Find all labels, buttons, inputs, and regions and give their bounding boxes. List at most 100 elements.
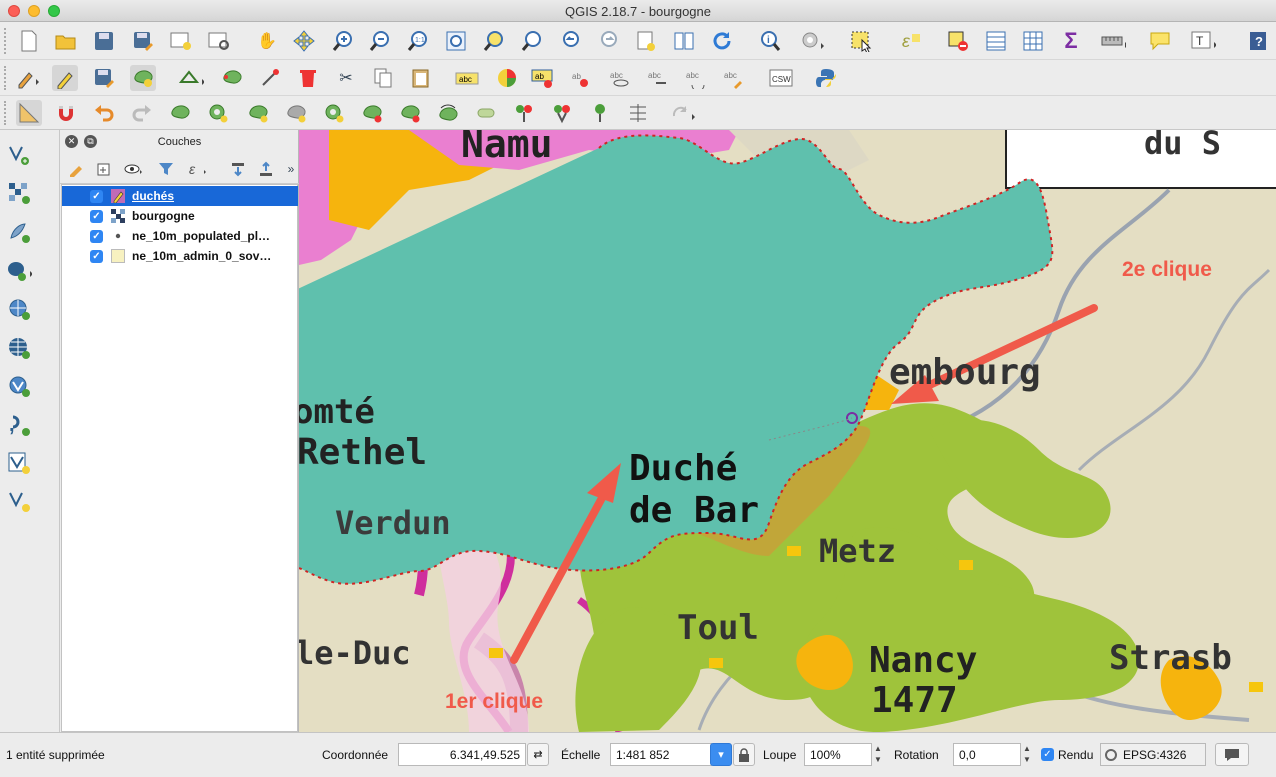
- redo-icon[interactable]: [129, 100, 155, 126]
- help-icon[interactable]: ?: [1245, 28, 1271, 54]
- layer-visibility-checkbox[interactable]: ✓: [90, 229, 103, 243]
- new-print-composer-icon[interactable]: [168, 28, 194, 54]
- layer-labeling-icon[interactable]: abc: [454, 65, 480, 91]
- pin-labels-icon[interactable]: ab: [530, 65, 556, 91]
- add-feature-icon[interactable]: [130, 65, 156, 91]
- merge-selected-icon[interactable]: [549, 100, 575, 126]
- delete-ring-icon[interactable]: [321, 100, 347, 126]
- zoom-next-icon[interactable]: [595, 28, 621, 54]
- add-ring-icon[interactable]: [205, 100, 231, 126]
- manage-map-themes-icon[interactable]: [124, 160, 144, 178]
- new-project-icon[interactable]: [16, 28, 42, 54]
- more-tools-icon[interactable]: »: [281, 160, 301, 178]
- change-label-icon[interactable]: abc: [722, 65, 748, 91]
- new-shapefile-layer-icon[interactable]: [6, 450, 32, 476]
- rotate-label-icon[interactable]: abc: [684, 65, 710, 91]
- offset-curve-icon[interactable]: [435, 100, 461, 126]
- log-messages-icon[interactable]: [1215, 743, 1249, 766]
- offset-point-symbols-icon[interactable]: [670, 100, 696, 126]
- layer-row-populated-places[interactable]: ✓ ne_10m_populated_pl…: [62, 226, 298, 246]
- pan-to-selection-icon[interactable]: [291, 28, 317, 54]
- add-postgis-layer-icon[interactable]: [6, 258, 32, 284]
- zoom-last-icon[interactable]: [557, 28, 583, 54]
- add-group-icon[interactable]: [94, 160, 114, 178]
- show-hide-labels-icon[interactable]: abc: [608, 65, 634, 91]
- statistical-summary-icon[interactable]: Σ: [1058, 28, 1084, 54]
- text-annotation-icon[interactable]: T: [1190, 28, 1216, 54]
- fill-ring-icon[interactable]: [283, 100, 309, 126]
- zoom-full-icon[interactable]: [443, 28, 469, 54]
- reshape-features-icon[interactable]: [397, 100, 423, 126]
- new-spatialite-layer-icon[interactable]: [6, 488, 32, 514]
- copy-features-icon[interactable]: [370, 65, 396, 91]
- select-by-expression-icon[interactable]: ε: [900, 28, 926, 54]
- highlight-pinned-labels-icon[interactable]: ab: [570, 65, 596, 91]
- pan-map-icon[interactable]: ✋: [254, 28, 280, 54]
- move-feature-icon[interactable]: [178, 65, 204, 91]
- identify-features-icon[interactable]: i: [757, 28, 783, 54]
- add-wms-layer-icon[interactable]: [6, 296, 32, 322]
- measure-line-icon[interactable]: [1100, 28, 1126, 54]
- delete-part-icon[interactable]: [359, 100, 385, 126]
- render-checkbox[interactable]: ✓: [1041, 748, 1054, 761]
- map-tips-icon[interactable]: [1147, 28, 1173, 54]
- rotate-point-symbols-icon[interactable]: [625, 100, 651, 126]
- zoom-to-layer-icon[interactable]: [519, 28, 545, 54]
- save-layer-edits-icon[interactable]: [91, 65, 117, 91]
- move-label-icon[interactable]: abc: [646, 65, 672, 91]
- attribute-table-icon[interactable]: [983, 28, 1009, 54]
- layer-row-duches[interactable]: ✓ duchés: [62, 186, 298, 206]
- toggle-editing-icon[interactable]: [52, 65, 78, 91]
- filter-by-expression-icon[interactable]: ε: [188, 160, 208, 178]
- layer-visibility-checkbox[interactable]: ✓: [90, 249, 103, 263]
- vertex-tool-icon[interactable]: [258, 65, 284, 91]
- cut-features-icon[interactable]: ✂: [333, 65, 359, 91]
- coordinate-toggle-icon[interactable]: ⇄: [527, 743, 549, 766]
- add-delimited-text-layer-icon[interactable]: ,: [6, 412, 32, 438]
- current-edits-icon[interactable]: [16, 65, 42, 91]
- add-vector-layer-icon[interactable]: [6, 142, 32, 168]
- field-calculator-icon[interactable]: [1020, 28, 1046, 54]
- csw-icon[interactable]: CSW: [768, 65, 794, 91]
- refresh-icon[interactable]: [709, 28, 735, 54]
- coordinate-field[interactable]: 6.341,49.525: [398, 743, 526, 766]
- deselect-features-icon[interactable]: [945, 28, 971, 54]
- layer-row-admin-sovereignty[interactable]: ✓ ne_10m_admin_0_sov…: [62, 246, 298, 266]
- new-bookmark-icon[interactable]: [633, 28, 659, 54]
- advanced-digitizing-icon[interactable]: [16, 100, 42, 126]
- rotation-field[interactable]: 0,0: [953, 743, 1021, 766]
- split-features-icon[interactable]: [473, 100, 499, 126]
- scale-lock-icon[interactable]: [733, 743, 755, 766]
- layer-visibility-checkbox[interactable]: ✓: [90, 189, 103, 203]
- open-project-icon[interactable]: [53, 28, 79, 54]
- rotation-spinner[interactable]: ▲ ▼: [1021, 743, 1033, 766]
- save-project-icon[interactable]: [91, 28, 117, 54]
- paste-features-icon[interactable]: [408, 65, 434, 91]
- scale-dropdown-chevron-icon[interactable]: ▾: [710, 743, 732, 766]
- zoom-in-icon[interactable]: [330, 28, 356, 54]
- add-wfs-layer-icon[interactable]: [6, 373, 32, 399]
- merge-attributes-icon[interactable]: [587, 100, 613, 126]
- split-parts-icon[interactable]: [511, 100, 537, 126]
- python-console-icon[interactable]: [813, 65, 839, 91]
- layer-visibility-checkbox[interactable]: ✓: [90, 209, 103, 223]
- expand-all-icon[interactable]: [228, 160, 248, 178]
- add-part-icon[interactable]: [245, 100, 271, 126]
- add-wcs-layer-icon[interactable]: [6, 335, 32, 361]
- simplify-feature-icon[interactable]: [167, 100, 193, 126]
- composer-manager-icon[interactable]: [206, 28, 232, 54]
- magnifier-spinner[interactable]: ▲ ▼: [872, 743, 884, 766]
- magnifier-field[interactable]: 100%: [804, 743, 872, 766]
- delete-selected-icon[interactable]: [295, 65, 321, 91]
- open-styling-panel-icon[interactable]: [66, 160, 86, 178]
- zoom-to-selection-icon[interactable]: [481, 28, 507, 54]
- undo-icon[interactable]: [91, 100, 117, 126]
- filter-legend-icon[interactable]: [156, 160, 176, 178]
- node-tool-icon[interactable]: [219, 65, 245, 91]
- show-bookmarks-icon[interactable]: [671, 28, 697, 54]
- add-spatialite-layer-icon[interactable]: [6, 219, 32, 245]
- zoom-out-icon[interactable]: [367, 28, 393, 54]
- select-features-icon[interactable]: [850, 28, 876, 54]
- diagram-icon[interactable]: [494, 65, 520, 91]
- scale-field[interactable]: 1:481 852: [610, 743, 712, 766]
